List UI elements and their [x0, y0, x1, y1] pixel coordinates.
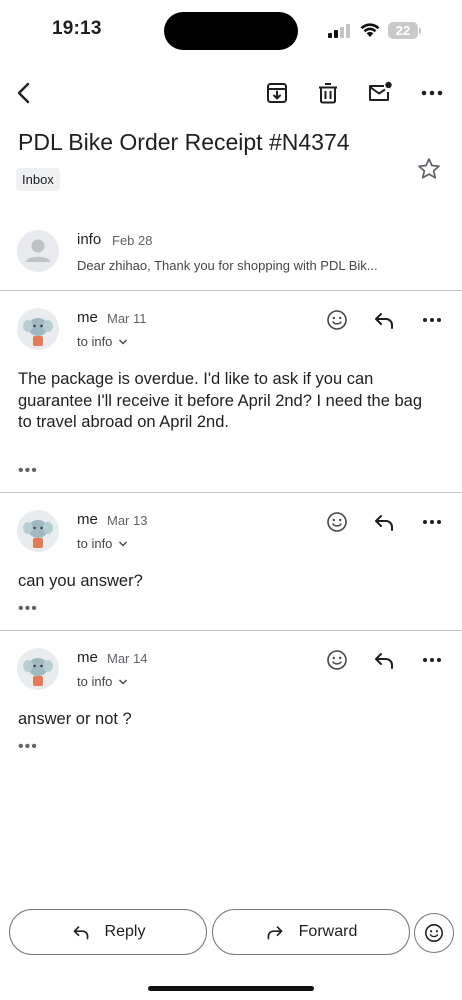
inbox-label-chip[interactable]: Inbox [16, 168, 60, 191]
emoji-icon [327, 650, 347, 670]
reply-icon [375, 515, 393, 531]
emoji-icon [425, 924, 443, 942]
recipient-label: to info [77, 674, 113, 689]
message-more-button[interactable] [418, 306, 446, 334]
battery-icon: 22 [388, 22, 418, 39]
recipient-details-toggle[interactable]: to info [77, 674, 128, 689]
forward-label: Forward [298, 923, 358, 940]
back-button[interactable] [10, 79, 38, 107]
message-snippet[interactable]: Dear zhihao, Thank you for shopping with… [77, 258, 378, 273]
email-subject: PDL Bike Order Receipt #N4374 [18, 129, 350, 155]
recipient-label: to info [77, 536, 113, 551]
message-more-button[interactable] [418, 646, 446, 674]
chevron-down-icon [119, 541, 128, 546]
forward-button[interactable]: Forward [212, 909, 410, 955]
reply-label: Reply [104, 923, 146, 940]
forward-icon [267, 926, 283, 940]
chevron-down-icon [119, 679, 128, 684]
star-button[interactable] [416, 156, 442, 187]
my-avatar[interactable] [17, 308, 59, 350]
add-reaction-button[interactable] [323, 508, 351, 536]
cellular-signal-icon [328, 24, 352, 43]
delete-button[interactable] [314, 79, 342, 107]
my-avatar[interactable] [17, 510, 59, 552]
show-trimmed-content[interactable]: ••• [18, 600, 38, 618]
wifi-icon [360, 22, 380, 43]
reply-icon [73, 926, 88, 940]
show-trimmed-content[interactable]: ••• [18, 462, 38, 480]
more-horiz-icon [421, 90, 443, 96]
archive-button[interactable] [263, 79, 291, 107]
message-date: Mar 13 [107, 513, 148, 528]
react-emoji-button[interactable] [414, 913, 454, 953]
battery-level: 22 [395, 23, 411, 38]
chevron-down-icon [119, 339, 128, 344]
message-body: can you answer? [18, 572, 143, 590]
mark-unread-icon [369, 81, 392, 101]
sender-name: me [77, 649, 98, 666]
more-options-button[interactable] [418, 79, 446, 107]
sender-name: info [77, 231, 102, 248]
sender-name: me [77, 511, 98, 528]
more-horiz-icon [423, 318, 441, 322]
reply-icon [375, 313, 393, 329]
my-avatar[interactable] [17, 648, 59, 690]
more-horiz-icon [423, 658, 441, 662]
message-date: Feb 28 [112, 233, 153, 248]
sender-name: me [77, 309, 98, 326]
battery-tip [419, 28, 421, 34]
emoji-icon [327, 512, 347, 532]
sender-avatar[interactable] [17, 230, 59, 272]
reply-all-button[interactable]: Reply [9, 909, 207, 955]
recipient-details-toggle[interactable]: to info [77, 536, 128, 551]
divider [0, 492, 462, 493]
message-body: answer or not ? [18, 710, 132, 728]
divider [0, 290, 462, 291]
message-more-button[interactable] [418, 508, 446, 536]
back-arrow-icon [17, 82, 30, 104]
home-indicator [148, 986, 314, 991]
message-date: Mar 14 [107, 651, 148, 666]
mark-unread-button[interactable] [366, 79, 394, 107]
add-reaction-button[interactable] [323, 646, 351, 674]
status-time: 19:13 [52, 18, 102, 39]
label-text: Inbox [22, 172, 54, 187]
show-trimmed-content[interactable]: ••• [18, 738, 38, 756]
reply-icon [375, 653, 393, 669]
recipient-details-toggle[interactable]: to info [77, 334, 128, 349]
emoji-icon [327, 310, 347, 330]
star-icon [418, 158, 440, 179]
archive-icon [267, 83, 287, 103]
more-horiz-icon [423, 520, 441, 524]
reply-button[interactable] [370, 508, 398, 536]
trash-icon [319, 83, 337, 104]
message-date: Mar 11 [107, 311, 147, 326]
reply-button[interactable] [370, 306, 398, 334]
dynamic-island [164, 12, 298, 50]
add-reaction-button[interactable] [323, 306, 351, 334]
divider [0, 630, 462, 631]
reply-button[interactable] [370, 646, 398, 674]
message-body: The package is overdue. I'd like to ask … [18, 370, 423, 431]
recipient-label: to info [77, 334, 113, 349]
